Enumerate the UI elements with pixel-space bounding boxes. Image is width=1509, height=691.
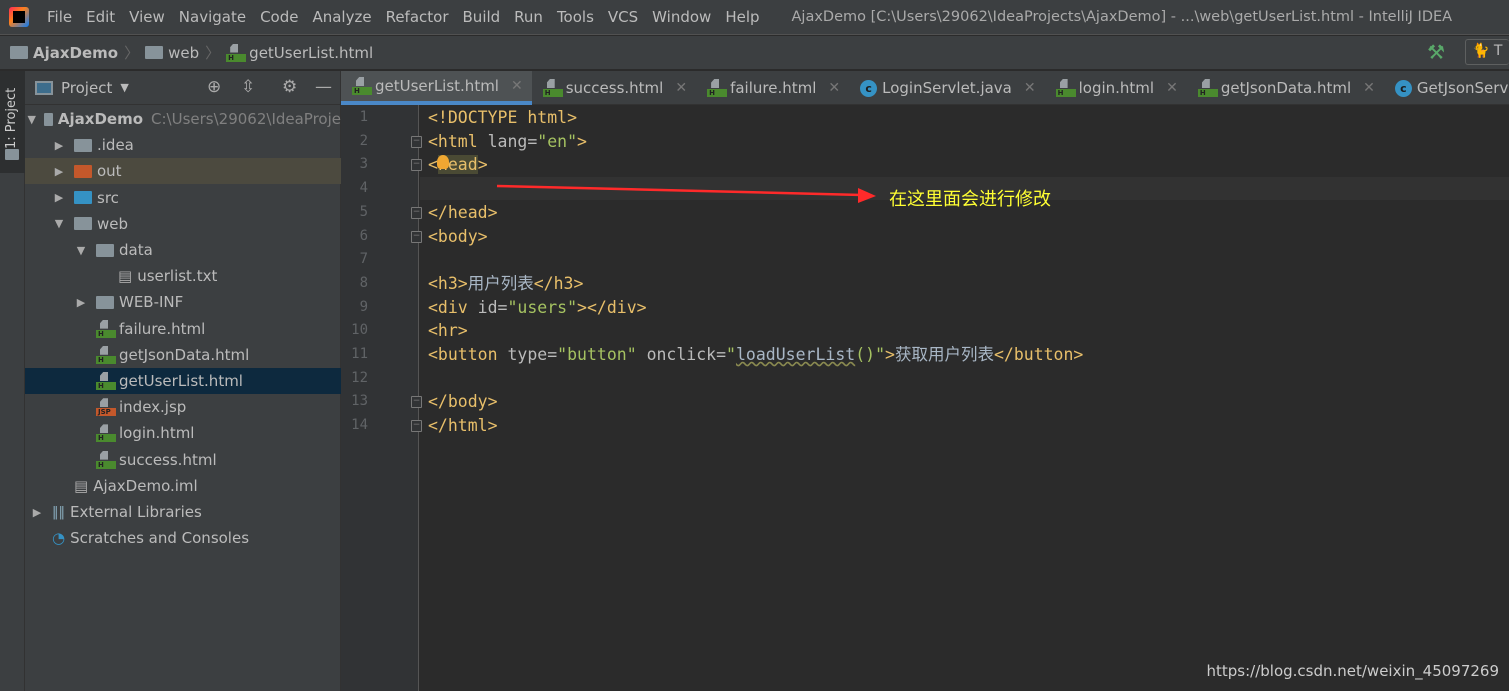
watermark: https://blog.csdn.net/weixin_45097269: [1206, 662, 1499, 680]
annotation-arrow: [496, 184, 876, 203]
arrow-line: [496, 184, 863, 197]
arrow-head: [858, 188, 876, 203]
annotation-text: 在这里面会进行修改: [889, 189, 1051, 210]
